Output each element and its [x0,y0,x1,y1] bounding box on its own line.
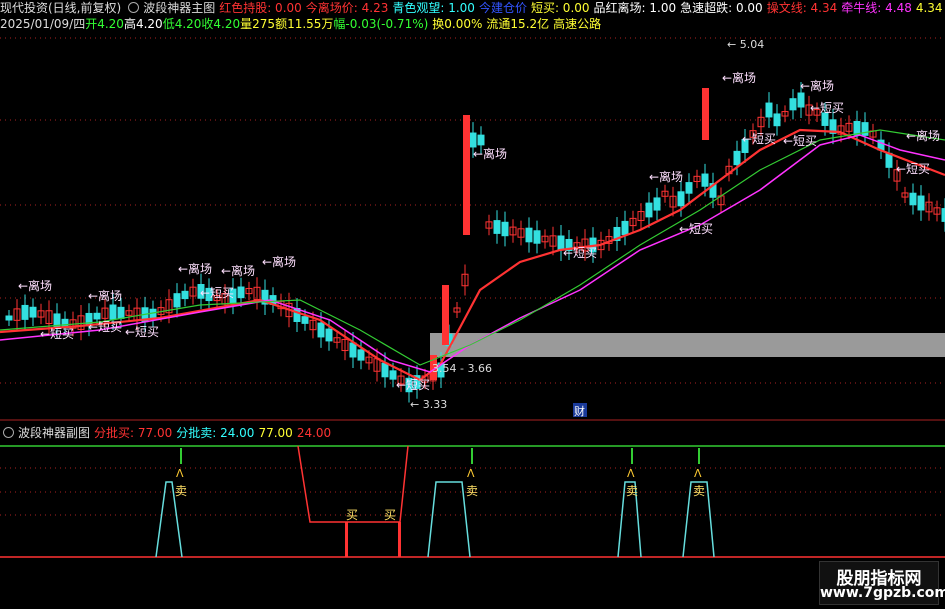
sub-indicator-value-3: 24.00 [296,426,332,440]
sell-label-2: 卖 [626,484,638,498]
candle-down [357,349,365,361]
candle-down [93,312,101,320]
candle-down [237,286,245,299]
watermark-logo: 股朋指标网 www.7gpzb.com [819,561,945,605]
sell-arrow-head-2: ᐱ [627,467,635,480]
candle-down [909,192,917,206]
sub-indicator-value-2: 77.00 [258,426,293,440]
candle-down [117,306,125,319]
breakout-candle-1 [442,285,449,345]
sub-indicator-value-1: 分批卖: 24.00 [176,426,255,440]
buy-label-0: 买 [346,508,358,522]
candle-down [917,195,925,211]
candle-down [621,220,629,236]
breakout-candle-2 [463,115,470,235]
candle-down [645,202,653,218]
exit-label-4: ←离场 [262,254,296,269]
candle-down [469,132,477,148]
candle-down [653,197,661,211]
candle-down [349,342,357,358]
short-buy-label-4: ←短买 [396,378,430,392]
sell-arrow-head-0: ᐱ [176,467,184,480]
candle-down [501,221,509,237]
short-buy-label-5: ←短买 [563,246,597,260]
short-buy-label-6: ←短买 [679,222,713,236]
candle-down [173,293,181,308]
candle-down [317,322,325,338]
sell-label-0: 卖 [175,484,187,498]
high-price-label: ← 5.04 [727,38,764,51]
exit-label-3: ←离场 [221,263,255,278]
candle-down [525,227,533,243]
exit-label-8: ←离场 [800,78,834,93]
sub-buy-bar-0 [345,522,348,557]
range-label: 3.54 - 3.66 [432,362,492,375]
candle-down [21,304,29,320]
candle-down [885,152,893,168]
candle-down [733,150,741,166]
candle-down [533,230,541,244]
sub-indicator-values: 分批买: 77.00 分批卖: 24.00 77.00 24.00 [94,426,335,440]
candle-down [325,328,333,342]
buy-label-1: 买 [384,508,396,522]
short-buy-label-10: ←短买 [896,162,930,176]
sell-arrow-head-3: ᐱ [694,467,702,480]
candle-down [29,306,37,318]
exit-label-5: ←离场 [473,146,507,161]
price-zone-band [430,333,945,357]
event-marker-label: 财 [574,404,585,418]
sell-label-3: 卖 [693,484,705,498]
breakout-candle-3 [702,88,709,140]
candle-down [677,191,685,207]
exit-label-2: ←离场 [178,261,212,276]
exit-label-6: ←离场 [649,169,683,184]
kline-chart[interactable]: ←离场←离场←离场 ←离场←离场←离场←离场←离场←离场←离场←短买 ←短买 ←短买←… [0,0,945,609]
sub-indicator-value-0: 分批买: 77.00 [94,426,173,440]
candle-down [789,98,797,111]
candle-down [381,362,389,378]
short-buy-label-2: ←短买 [125,325,159,339]
candle-down [181,290,189,300]
watermark-url: www.7gpzb.com [820,585,945,601]
candle-down [5,315,13,321]
short-buy-label-1: ←短买 [88,320,122,334]
low-price-label: ← 3.33 [410,398,447,411]
candle-down [765,102,773,118]
sub-chart-title[interactable]: 波段神器副图 [18,426,90,440]
candle-down [701,173,709,187]
short-buy-label-9: ←短买 [810,101,844,115]
sub-chart-header: 波段神器副图 分批买: 77.00 分批卖: 24.00 77.00 24.00 [0,425,339,441]
sell-arrow-head-1: ᐱ [467,467,475,480]
exit-label-0: ←离场 [18,278,52,293]
candle-down [109,304,117,320]
candle-down [685,182,693,194]
sub-buy-bar-1 [398,522,401,557]
sell-label-1: 卖 [466,484,478,498]
candle-down [493,220,501,234]
short-buy-label-0: ←短买 [40,327,74,341]
sub-sell-wave-1 [427,481,471,558]
candle-down [477,134,485,146]
exit-label-7: ←离场 [722,70,756,85]
short-buy-label-8: ←短买 [783,134,817,148]
sub-settings-circle-icon[interactable] [3,427,14,438]
candle-down [797,92,805,108]
short-buy-label-3: ←短买 [200,286,234,300]
exit-label-9: ←离场 [906,128,940,143]
short-buy-label-7: ←短买 [742,132,776,146]
exit-label-1: ←离场 [88,288,122,303]
candle-down [773,113,781,127]
candle-down [301,316,309,324]
